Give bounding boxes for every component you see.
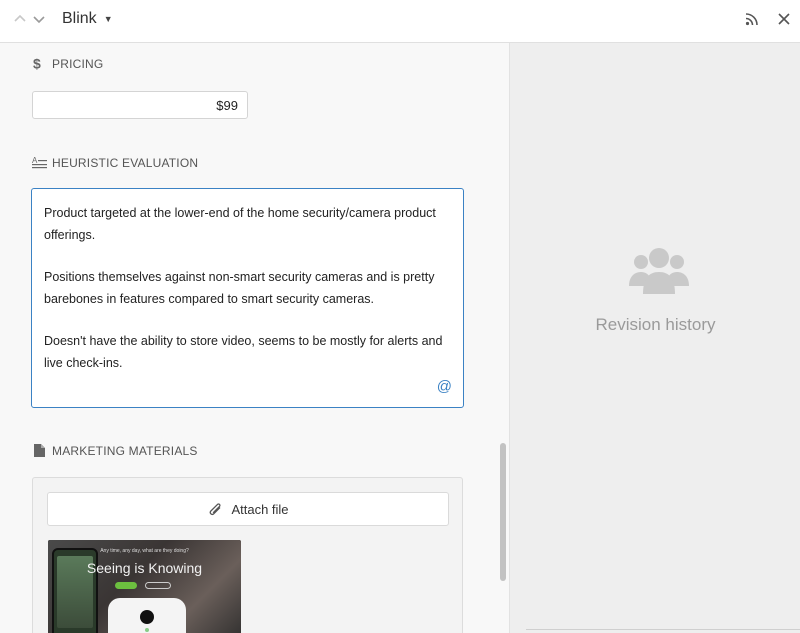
record-title: Blink [62,10,97,27]
long-text-icon: A [32,155,47,170]
heuristic-evaluation-label: A HEURISTIC EVALUATION [32,155,198,170]
record-header: Blink ▼ [0,0,800,43]
attach-file-button[interactable]: Attach file [47,492,449,526]
revision-history-panel: Revision history [509,43,800,633]
mention-icon[interactable]: @ [437,378,452,395]
thumbnail-watch-button-image [145,582,171,589]
evaluation-paragraph: Doesn't have the ability to store video,… [44,334,443,370]
rss-icon[interactable] [745,12,763,30]
close-icon[interactable] [777,12,795,30]
marketing-label-text: MARKETING MATERIALS [52,443,198,458]
thumbnail-buy-button-image [115,582,137,589]
attach-file-label: Attach file [231,501,289,517]
currency-icon: $ [32,56,47,71]
thumbnail-headline: Seeing is Knowing [86,560,203,576]
paperclip-icon [207,501,223,517]
evaluation-paragraph: Product targeted at the lower-end of the… [44,206,436,242]
camera-image [108,598,186,633]
attachment-thumbnail[interactable]: Any time, any day, what are they doing? … [48,540,241,633]
pricing-label-text: PRICING [52,56,104,71]
pricing-input[interactable]: $99 [32,91,248,119]
svg-text:$: $ [33,56,41,71]
evaluation-paragraph: Positions themselves against non-smart s… [44,270,435,306]
revision-history-label: Revision history [595,315,716,334]
chevron-down-icon[interactable] [32,12,48,28]
chevron-up-icon[interactable] [13,12,29,28]
document-icon [32,443,47,458]
users-icon [627,246,691,298]
pricing-value: $99 [216,98,238,113]
thumbnail-small-text: Any time, any day, what are they doing? [100,548,189,554]
pricing-label: $ PRICING [32,56,103,71]
marketing-materials-label: MARKETING MATERIALS [32,443,198,458]
scrollbar[interactable] [500,443,506,581]
caret-down-icon: ▼ [103,14,113,24]
svg-text:A: A [32,156,38,165]
divider [526,629,800,630]
record-title-dropdown[interactable]: Blink ▼ [62,10,113,28]
heuristic-evaluation-textarea[interactable]: Product targeted at the lower-end of the… [31,188,464,408]
record-fields-panel: $ PRICING $99 A HEURISTIC EVALUATION Pro… [0,43,509,633]
attachments-box: Attach file Any time, any day, what are … [32,477,463,633]
heuristic-label-text: HEURISTIC EVALUATION [52,155,199,170]
